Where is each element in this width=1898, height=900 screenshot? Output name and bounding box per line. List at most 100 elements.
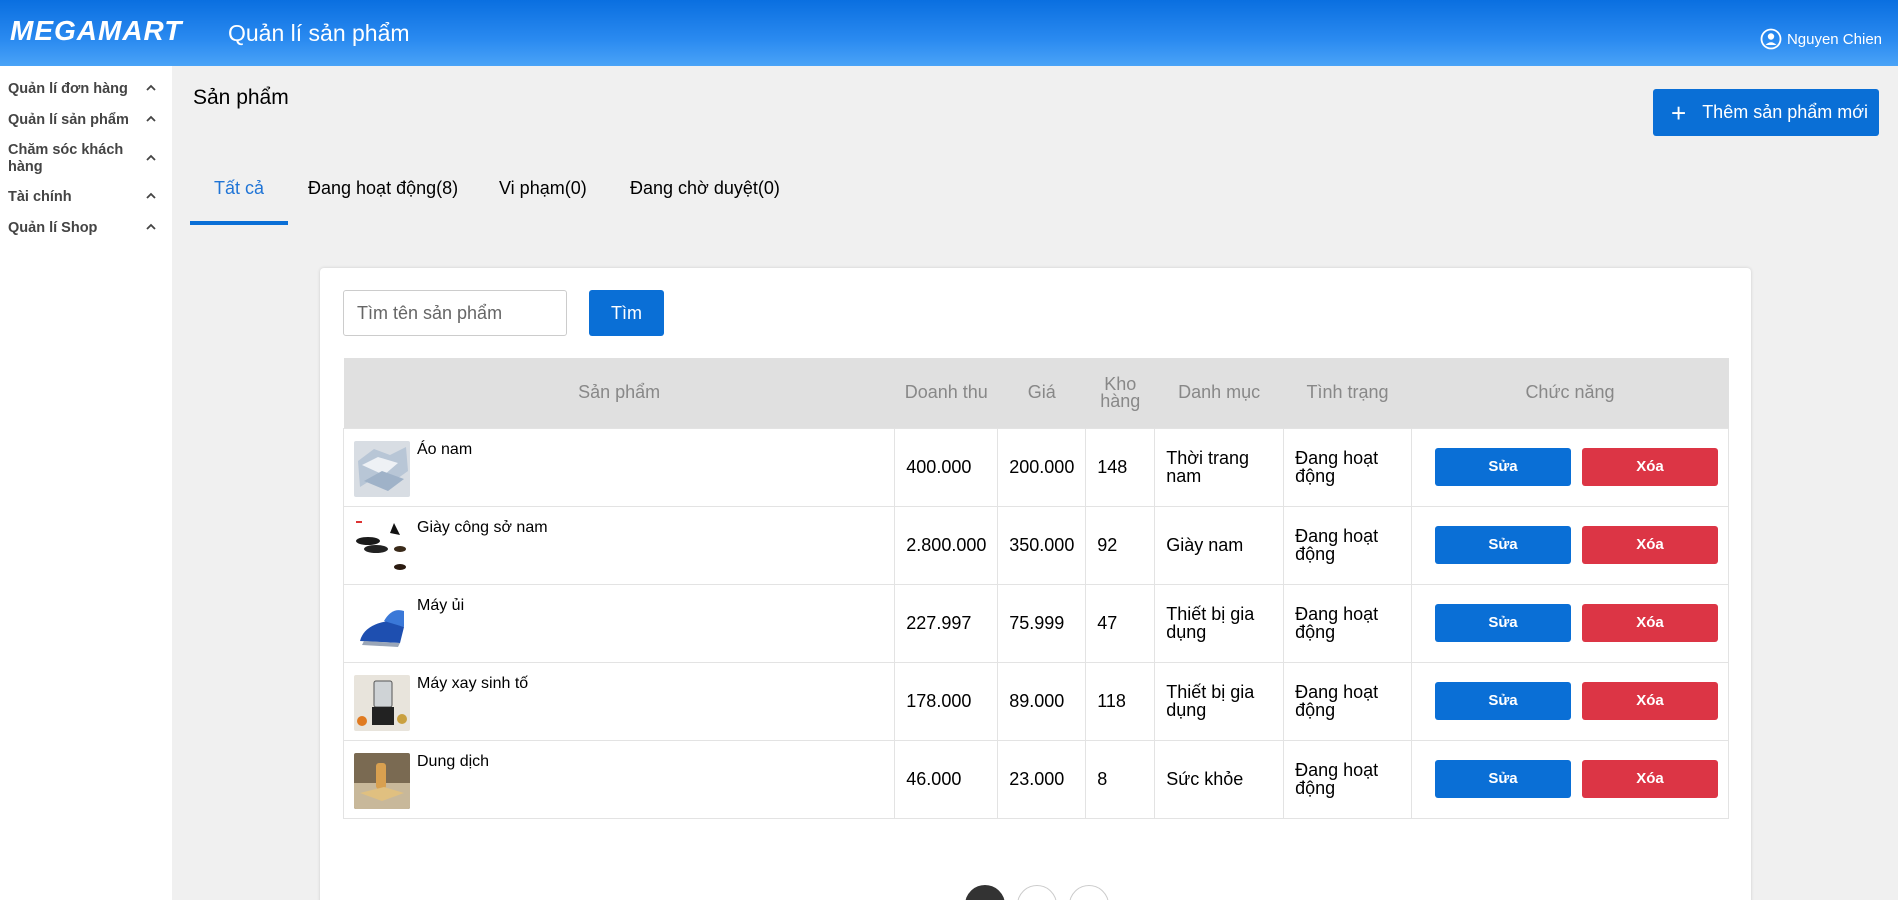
table-row: Giày công sở nam 2.800.000 350.000 92 Gi… [342, 505, 1730, 585]
product-name[interactable]: Dung dịch [417, 753, 489, 771]
sidebar-item-label: Quản lí đơn hàng [8, 81, 128, 97]
table-header-row: Sản phẩm Doanh thu Giá Kho hàng Danh mục… [343, 358, 1729, 428]
col-header-revenue[interactable]: Doanh thu [894, 358, 998, 428]
header-title: Quản lí sản phẩm [228, 20, 410, 46]
sidebar-item-label: Chăm sóc khách hàng [8, 142, 124, 175]
product-cell: Máy xay sinh tố [342, 661, 896, 741]
col-header-category[interactable]: Danh mục [1154, 358, 1284, 428]
stock-cell: 118 [1085, 661, 1156, 741]
delete-button[interactable]: Xóa [1581, 448, 1718, 486]
sidebar-item-label: Quản lí sản phẩm [8, 112, 129, 128]
stock-cell: 8 [1085, 739, 1156, 819]
product-cell: Máy ủi [342, 583, 896, 663]
sidebar-item-products[interactable]: Quản lí sản phẩm [8, 112, 158, 129]
price-cell: 75.999 [997, 583, 1087, 663]
tab-violation[interactable]: Vi phạm(0) [499, 178, 587, 199]
revenue-cell: 178.000 [894, 661, 999, 741]
megamart-logo[interactable]: MEGAMART [8, 16, 204, 46]
sidebar-item-label: Quản lí Shop [8, 220, 98, 236]
svg-text:MEGAMART: MEGAMART [10, 16, 184, 46]
tab-active[interactable]: Đang hoạt động(8) [308, 178, 458, 199]
edit-button[interactable]: Sửa [1434, 526, 1571, 564]
product-name[interactable]: Máy xay sinh tố [417, 675, 528, 693]
next-page-button[interactable]: › [1069, 885, 1109, 900]
product-thumbnail [354, 596, 410, 653]
delete-button[interactable]: Xóa [1581, 682, 1718, 720]
product-name[interactable]: Áo nam [417, 441, 472, 459]
page-title: Sản phẩm [193, 86, 289, 109]
products-card: Tìm Sản phẩm Doanh thu Giá Kho hàng Danh… [320, 268, 1751, 900]
status-cell: Đang hoạt động [1283, 427, 1412, 507]
product-thumbnail [354, 518, 410, 575]
col-header-stock-label: Kho hàng [1100, 373, 1141, 411]
table-row: Dung dịch 46.000 23.000 8 Sức khỏe Đang … [342, 739, 1730, 819]
product-thumbnail [354, 674, 410, 731]
col-header-price[interactable]: Giá [997, 358, 1086, 428]
table-row: Áo nam 400.000 200.000 148 Thời trang na… [342, 427, 1730, 507]
tab-all[interactable]: Tất cả [214, 178, 264, 199]
category-cell: Sức khỏe [1154, 739, 1285, 819]
category-cell: Thời trang nam [1154, 427, 1285, 507]
edit-button[interactable]: Sửa [1434, 682, 1571, 720]
status-cell: Đang hoạt động [1283, 505, 1412, 585]
delete-button[interactable]: Xóa [1581, 604, 1718, 642]
status-cell: Đang hoạt động [1283, 739, 1412, 819]
sidebar-item-label: Tài chính [8, 189, 72, 205]
sidebar-item-shop[interactable]: Quản lí Shop [8, 220, 158, 237]
revenue-cell: 2.800.000 [894, 505, 999, 585]
revenue-cell: 46.000 [894, 739, 999, 819]
sidebar-item-customer-care[interactable]: Chăm sóc khách hàng [8, 142, 158, 176]
search-button[interactable]: Tìm [589, 290, 664, 336]
stock-cell: 47 [1085, 583, 1156, 663]
product-name[interactable]: Máy ủi [417, 597, 464, 615]
revenue-cell: 400.000 [894, 427, 999, 507]
price-cell: 200.000 [997, 427, 1087, 507]
sidebar-item-finance[interactable]: Tài chính [8, 189, 158, 206]
actions-cell: Sửa Xóa [1410, 739, 1730, 819]
product-thumbnail [354, 752, 410, 809]
actions-cell: Sửa Xóa [1410, 661, 1730, 741]
category-cell: Thiết bị gia dụng [1154, 583, 1285, 663]
product-name[interactable]: Giày công sở nam [417, 519, 548, 537]
product-cell: Dung dịch [342, 739, 896, 819]
product-cell: Áo nam [342, 427, 896, 507]
tab-pending[interactable]: Đang chờ duyệt(0) [630, 178, 780, 199]
active-tab-indicator [190, 221, 288, 225]
chevron-up-icon [146, 192, 156, 199]
status-cell: Đang hoạt động [1283, 661, 1412, 741]
col-header-product[interactable]: Sản phẩm [343, 358, 895, 428]
chevron-up-icon [146, 223, 156, 230]
page-button[interactable]: 2 [1017, 885, 1057, 900]
actions-cell: Sửa Xóa [1410, 427, 1730, 507]
edit-button[interactable]: Sửa [1434, 448, 1571, 486]
user-name: Nguyen Chien [1786, 30, 1882, 48]
edit-button[interactable]: Sửa [1434, 760, 1571, 798]
add-product-button[interactable]: + Thêm sản phẩm mới [1653, 89, 1879, 136]
actions-cell: Sửa Xóa [1410, 505, 1730, 585]
delete-button[interactable]: Xóa [1581, 760, 1718, 798]
prev-page-button[interactable]: ‹ [965, 885, 1005, 900]
chevron-up-icon [146, 84, 156, 91]
sidebar-item-orders[interactable]: Quản lí đơn hàng [8, 81, 158, 98]
search-input[interactable] [343, 290, 567, 336]
stock-cell: 92 [1085, 505, 1156, 585]
table-row: Máy ủi 227.997 75.999 47 Thiết bị gia dụ… [342, 583, 1730, 663]
price-cell: 89.000 [997, 661, 1087, 741]
product-cell: Giày công sở nam [342, 505, 896, 585]
delete-button[interactable]: Xóa [1581, 526, 1718, 564]
col-header-status[interactable]: Tình trạng [1283, 358, 1412, 428]
price-cell: 23.000 [997, 739, 1087, 819]
chevron-up-icon [146, 115, 156, 122]
actions-cell: Sửa Xóa [1410, 583, 1730, 663]
sidebar: Quản lí đơn hàng Quản lí sản phẩm Chăm s… [0, 66, 172, 900]
product-thumbnail [354, 440, 410, 497]
edit-button[interactable]: Sửa [1434, 604, 1571, 642]
add-product-label: Thêm sản phẩm mới [1702, 102, 1869, 122]
col-header-stock[interactable]: Kho hàng [1085, 358, 1155, 428]
status-cell: Đang hoạt động [1283, 583, 1412, 663]
price-cell: 350.000 [997, 505, 1087, 585]
revenue-cell: 227.997 [894, 583, 999, 663]
chevron-up-icon [146, 154, 156, 161]
category-cell: Giày nam [1154, 505, 1285, 585]
user-menu[interactable]: Nguyen Chien [1760, 28, 1882, 50]
